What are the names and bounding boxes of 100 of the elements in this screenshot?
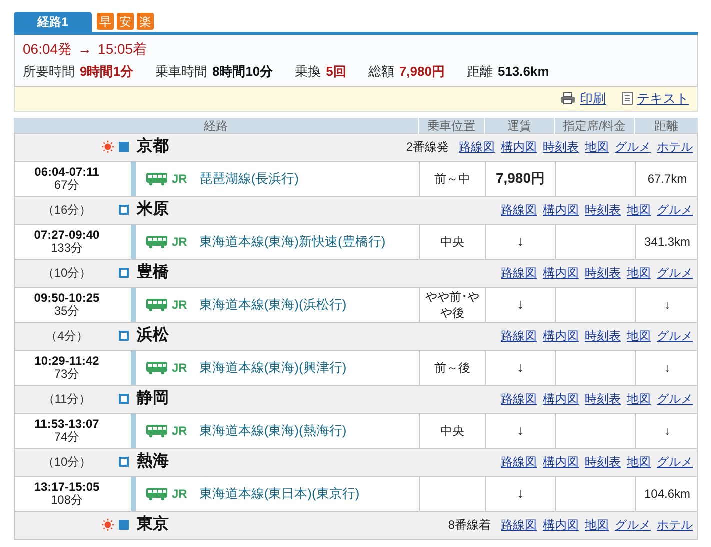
operator-label: JR xyxy=(172,234,188,250)
train-icon xyxy=(146,234,168,248)
station-link[interactable]: 路線図 xyxy=(501,327,537,345)
station-link[interactable]: 路線図 xyxy=(501,264,537,282)
boarding-position: 前～中 xyxy=(434,170,472,186)
station-link[interactable]: グルメ xyxy=(615,516,651,534)
fare-value: 7,980円 xyxy=(496,169,546,188)
station-link[interactable]: 地図 xyxy=(585,138,609,156)
station-link[interactable]: 構内図 xyxy=(543,390,579,408)
print-link[interactable]: 印刷 xyxy=(560,88,606,108)
line-link[interactable]: 東海道本線(東海)(浜松行) xyxy=(199,296,410,314)
segment-duration: 108分 xyxy=(50,494,84,506)
station-name: 静岡 xyxy=(137,388,169,409)
station-link[interactable]: 地図 xyxy=(627,201,651,219)
line-link[interactable]: 東海道本線(東海)新快速(豊橋行) xyxy=(199,232,410,250)
distance-value: ↓ xyxy=(664,360,670,376)
wait-time: （4分） xyxy=(46,328,88,345)
station-link[interactable]: 路線図 xyxy=(501,390,537,408)
segment-duration: 133分 xyxy=(50,242,84,254)
platform-label: 8番線着 xyxy=(448,517,491,534)
departure-time: 06:04発 xyxy=(23,40,72,59)
station-link[interactable]: 時刻表 xyxy=(585,201,621,219)
operator-label: JR xyxy=(172,296,188,314)
station-link[interactable]: 路線図 xyxy=(501,516,537,534)
station-link[interactable]: グルメ xyxy=(657,264,693,282)
station-name: 米原 xyxy=(137,200,169,220)
station-name: 豊橋 xyxy=(137,262,169,283)
route-badge: 早 xyxy=(97,13,114,30)
stat-label: 乗車時間 xyxy=(155,63,208,81)
text-link[interactable]: テキスト xyxy=(622,88,689,108)
station-link[interactable]: 時刻表 xyxy=(585,327,621,345)
station-link[interactable]: グルメ xyxy=(657,390,693,408)
station-link[interactable]: 地図 xyxy=(627,264,651,282)
station-link[interactable]: 構内図 xyxy=(543,516,579,534)
line-link[interactable]: 東海道本線(東海)(熱海行) xyxy=(199,422,410,440)
line-link[interactable]: 琵琶湖線(長浜行) xyxy=(199,170,410,188)
segment-time: 13:17-15:05 xyxy=(34,480,100,494)
wait-time: （11分） xyxy=(42,391,92,408)
station-link[interactable]: 地図 xyxy=(585,516,609,534)
line-link[interactable]: 東海道本線(東日本)(東京行) xyxy=(199,484,410,502)
fare-value: ↓ xyxy=(517,232,524,251)
operator-label: JR xyxy=(172,422,188,440)
arrival-time: 15:05着 xyxy=(98,40,148,59)
station-link[interactable]: グルメ xyxy=(615,138,651,156)
station-link[interactable]: ホテル xyxy=(657,516,693,534)
station-link[interactable]: グルメ xyxy=(657,201,693,219)
station-link[interactable]: 構内図 xyxy=(543,327,579,345)
line-link[interactable]: 東海道本線(東海)(興津行) xyxy=(199,358,410,376)
operator-label: JR xyxy=(172,170,188,188)
station-name: 東京 xyxy=(137,514,169,535)
station-link[interactable]: 構内図 xyxy=(543,264,579,282)
train-icon xyxy=(146,360,168,374)
platform-label: 2番線発 xyxy=(406,139,449,156)
train-icon xyxy=(146,424,168,438)
station-name: 京都 xyxy=(137,136,169,157)
station-link[interactable]: 時刻表 xyxy=(585,390,621,408)
station-link[interactable]: 路線図 xyxy=(501,201,537,219)
station-link[interactable]: 時刻表 xyxy=(543,138,579,156)
distance-value: ↓ xyxy=(664,422,670,440)
station-link[interactable]: 地図 xyxy=(627,390,651,408)
stat-label: 距離 xyxy=(466,63,493,81)
station-link[interactable]: 地図 xyxy=(627,327,651,345)
fare-value: ↓ xyxy=(517,421,524,440)
fare-value: ↓ xyxy=(517,358,524,377)
station-link[interactable]: グルメ xyxy=(657,327,693,345)
stat-value: 5回 xyxy=(326,63,346,81)
segment-time: 07:27-09:40 xyxy=(34,228,100,242)
stat-value: 9時間1分 xyxy=(80,63,134,81)
operator-label: JR xyxy=(172,360,188,376)
route-badge: 楽 xyxy=(137,13,154,30)
document-icon xyxy=(622,92,633,105)
station-link[interactable]: ホテル xyxy=(657,138,693,156)
station-link[interactable]: 構内図 xyxy=(543,453,579,471)
distance-value: ↓ xyxy=(664,296,670,314)
route-badge: 安 xyxy=(117,13,134,30)
wait-time: （16分） xyxy=(42,202,92,219)
boarding-position: 中央 xyxy=(440,234,466,250)
wait-time: （10分） xyxy=(42,265,92,282)
segment-time: 09:50-10:25 xyxy=(34,292,100,304)
stat-label: 所要時間 xyxy=(23,63,75,81)
sun-icon xyxy=(101,140,115,154)
station-name: 熱海 xyxy=(137,452,169,472)
station-link[interactable]: 時刻表 xyxy=(585,264,621,282)
route-tab[interactable]: 経路1 xyxy=(14,12,92,32)
segment-duration: 73分 xyxy=(54,368,80,380)
train-icon xyxy=(146,298,168,312)
station-link[interactable]: 地図 xyxy=(627,453,651,471)
stat-value: 7,980円 xyxy=(399,63,445,81)
station-link[interactable]: 路線図 xyxy=(501,453,537,471)
station-link[interactable]: 構内図 xyxy=(501,138,537,156)
distance-value: 67.7km xyxy=(648,170,688,188)
station-link[interactable]: グルメ xyxy=(657,453,693,471)
wait-time: （10分） xyxy=(42,454,92,471)
sun-icon xyxy=(101,518,115,532)
train-icon xyxy=(146,486,168,500)
operator-label: JR xyxy=(172,486,188,502)
station-link[interactable]: 時刻表 xyxy=(585,453,621,471)
boarding-position: やや前･やや後 xyxy=(424,288,480,320)
station-link[interactable]: 構内図 xyxy=(543,201,579,219)
station-link[interactable]: 路線図 xyxy=(459,138,495,156)
